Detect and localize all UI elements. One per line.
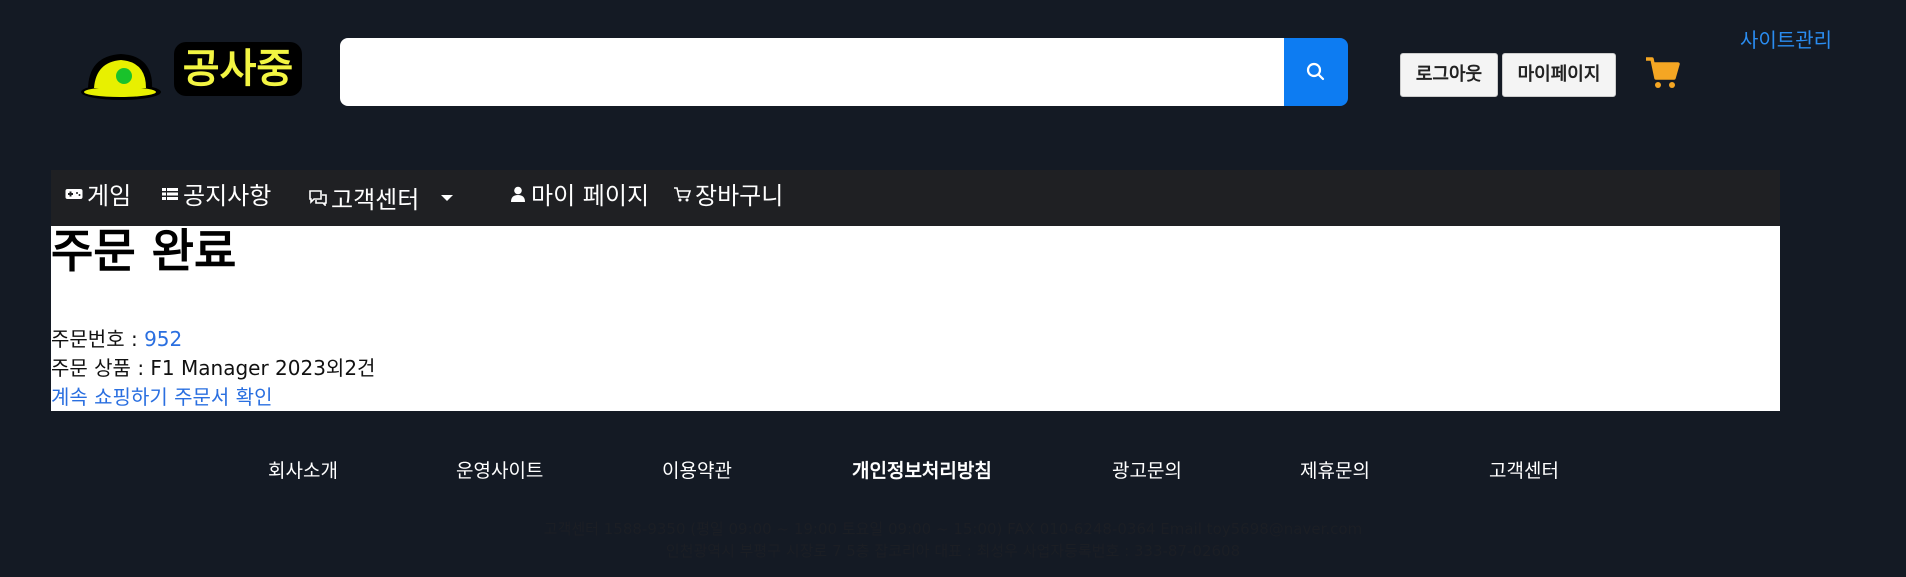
cart-button[interactable]	[1644, 54, 1680, 90]
footer-link-terms[interactable]: 이용약관	[662, 456, 732, 483]
logo-text: 공사중	[174, 42, 302, 96]
continue-shopping-link[interactable]: 계속 쇼핑하기	[51, 385, 168, 409]
nav-label-notice: 공지사항	[183, 182, 272, 210]
footer-contact-info: 고객센터 1588-9350 (평일 09:00 ~ 19:00 토요일 09:…	[543, 520, 1363, 538]
helmet-icon	[81, 54, 161, 100]
footer-link-partnership[interactable]: 제휴문의	[1300, 456, 1370, 483]
footer-link-sites[interactable]: 운영사이트	[456, 456, 543, 483]
footer-link-privacy[interactable]: 개인정보처리방침	[852, 456, 992, 483]
search-icon	[1306, 62, 1325, 81]
list-icon	[161, 185, 179, 203]
search-button[interactable]	[1284, 38, 1348, 106]
cart-icon	[673, 185, 691, 203]
nav-label-mypage: 마이 페이지	[531, 182, 650, 210]
nav-item-support[interactable]: 고객센터	[309, 180, 454, 215]
logout-button[interactable]: 로그아웃	[1400, 53, 1498, 97]
cart-icon	[1646, 57, 1680, 88]
footer-address-info: 인천광역시 부평구 시장로 7 5층 잡코리아 대표 : 최성우 사업자등록번호…	[665, 542, 1241, 560]
nav-label-game: 게임	[87, 182, 132, 210]
gamepad-icon	[65, 185, 83, 203]
site-logo[interactable]: 공사중	[78, 40, 308, 104]
nav-item-game[interactable]: 게임	[65, 176, 131, 211]
view-order-link[interactable]: 주문서 확인	[174, 385, 272, 409]
order-items-row: 주문 상품 : F1 Manager 2023외2건	[51, 354, 375, 382]
order-number-row: 주문번호 : 952	[51, 325, 182, 353]
user-icon	[509, 185, 527, 203]
footer-link-support[interactable]: 고객센터	[1489, 456, 1559, 483]
order-complete-panel: 주문 완료 주문번호 : 952 주문 상품 : F1 Manager 2023…	[51, 226, 1780, 411]
search-input[interactable]	[340, 38, 1284, 106]
mypage-button[interactable]: 마이페이지	[1502, 53, 1616, 97]
search-bar	[340, 38, 1348, 106]
nav-label-support: 고객센터	[331, 186, 420, 214]
order-number-link[interactable]: 952	[144, 327, 182, 351]
footer-link-ads[interactable]: 광고문의	[1112, 456, 1182, 483]
chevron-down-icon	[441, 194, 454, 201]
order-number-label: 주문번호 :	[51, 327, 145, 351]
footer-link-about[interactable]: 회사소개	[268, 456, 338, 483]
nav-item-cart[interactable]: 장바구니	[673, 176, 783, 211]
footer-links: 회사소개 운영사이트 이용약관 개인정보처리방침 광고문의 제휴문의 고객센터	[0, 456, 1906, 486]
order-actions-row: 계속 쇼핑하기 주문서 확인	[51, 383, 272, 411]
chat-icon	[309, 189, 327, 207]
main-navbar: 게임 공지사항 고객센터 마이 페이지 장바구니	[51, 170, 1780, 226]
nav-item-notice[interactable]: 공지사항	[161, 176, 271, 211]
order-items-label: 주문 상품 :	[51, 356, 151, 380]
order-items-value: F1 Manager 2023외2건	[150, 356, 376, 380]
nav-item-mypage[interactable]: 마이 페이지	[509, 176, 649, 211]
nav-label-cart: 장바구니	[695, 182, 784, 210]
page-title: 주문 완료	[51, 224, 237, 278]
site-admin-link[interactable]: 사이트관리	[1740, 24, 1832, 53]
